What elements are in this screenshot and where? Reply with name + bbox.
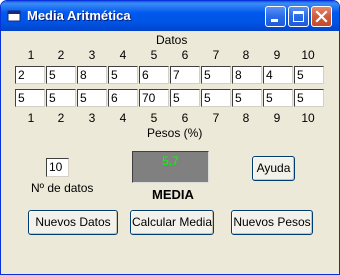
minimize-button[interactable]: [265, 6, 286, 27]
dato-input-9[interactable]: 4: [263, 66, 293, 84]
peso-input-10[interactable]: 5: [294, 89, 324, 107]
dato-input-5[interactable]: 6: [139, 66, 169, 84]
app-window: Media Aritmética Datos 1 2 3 4 5 6 7 8 9…: [0, 0, 340, 275]
peso-input-7[interactable]: 5: [201, 89, 231, 107]
dato-input-2[interactable]: 5: [46, 66, 76, 84]
pesos-index: 7: [212, 111, 220, 125]
datos-index: 1: [27, 48, 35, 62]
peso-input-2[interactable]: 5: [46, 89, 76, 107]
pesos-index: 3: [88, 111, 96, 125]
dato-input-10[interactable]: 5: [294, 66, 324, 84]
minimize-icon: [271, 19, 278, 22]
pesos-index: 2: [57, 111, 65, 125]
pesos-index: 10: [301, 111, 315, 125]
peso-input-6[interactable]: 5: [170, 89, 200, 107]
close-button[interactable]: [311, 6, 332, 27]
dato-input-1[interactable]: 2: [15, 66, 45, 84]
ayuda-button[interactable]: Ayuda: [252, 156, 295, 181]
pesos-index: 9: [273, 111, 281, 125]
nuevos-datos-button[interactable]: Nuevos Datos: [28, 210, 118, 235]
calcular-media-button[interactable]: Calcular Media: [130, 210, 214, 235]
pesos-index: 5: [150, 111, 158, 125]
datos-index: 6: [181, 48, 189, 62]
peso-input-3[interactable]: 5: [77, 89, 107, 107]
maximize-icon: [293, 11, 304, 22]
nuevos-pesos-button[interactable]: Nuevos Pesos: [231, 210, 313, 235]
maximize-button[interactable]: [288, 6, 309, 27]
datos-index: 4: [119, 48, 127, 62]
media-label: MEDIA: [152, 187, 194, 202]
num-datos-input[interactable]: 10: [46, 158, 69, 177]
datos-index: 3: [88, 48, 96, 62]
pesos-header: Pesos (%): [147, 126, 203, 140]
dato-input-6[interactable]: 7: [170, 66, 200, 84]
peso-input-5[interactable]: 70: [139, 89, 169, 107]
peso-input-8[interactable]: 5: [232, 89, 262, 107]
dato-input-3[interactable]: 8: [77, 66, 107, 84]
media-result-display: 5.7: [132, 151, 209, 183]
peso-input-4[interactable]: 6: [108, 89, 138, 107]
pesos-index: 6: [181, 111, 189, 125]
peso-input-9[interactable]: 5: [263, 89, 293, 107]
datos-index: 7: [212, 48, 220, 62]
pesos-index: 8: [242, 111, 250, 125]
datos-index: 9: [273, 48, 281, 62]
peso-input-1[interactable]: 5: [15, 89, 45, 107]
dato-input-8[interactable]: 8: [232, 66, 262, 84]
dato-input-4[interactable]: 5: [108, 66, 138, 84]
num-datos-label: Nº de datos: [31, 181, 94, 195]
pesos-index: 1: [27, 111, 35, 125]
app-window-icon: [7, 10, 21, 22]
datos-header: Datos: [156, 33, 188, 47]
datos-index: 10: [301, 48, 315, 62]
datos-index: 5: [150, 48, 158, 62]
close-icon: [315, 10, 328, 23]
title-bar[interactable]: Media Aritmética: [1, 1, 339, 31]
pesos-index: 4: [119, 111, 127, 125]
datos-index: 2: [57, 48, 65, 62]
window-title: Media Aritmética: [27, 8, 131, 23]
datos-index: 8: [242, 48, 250, 62]
dato-input-7[interactable]: 5: [201, 66, 231, 84]
